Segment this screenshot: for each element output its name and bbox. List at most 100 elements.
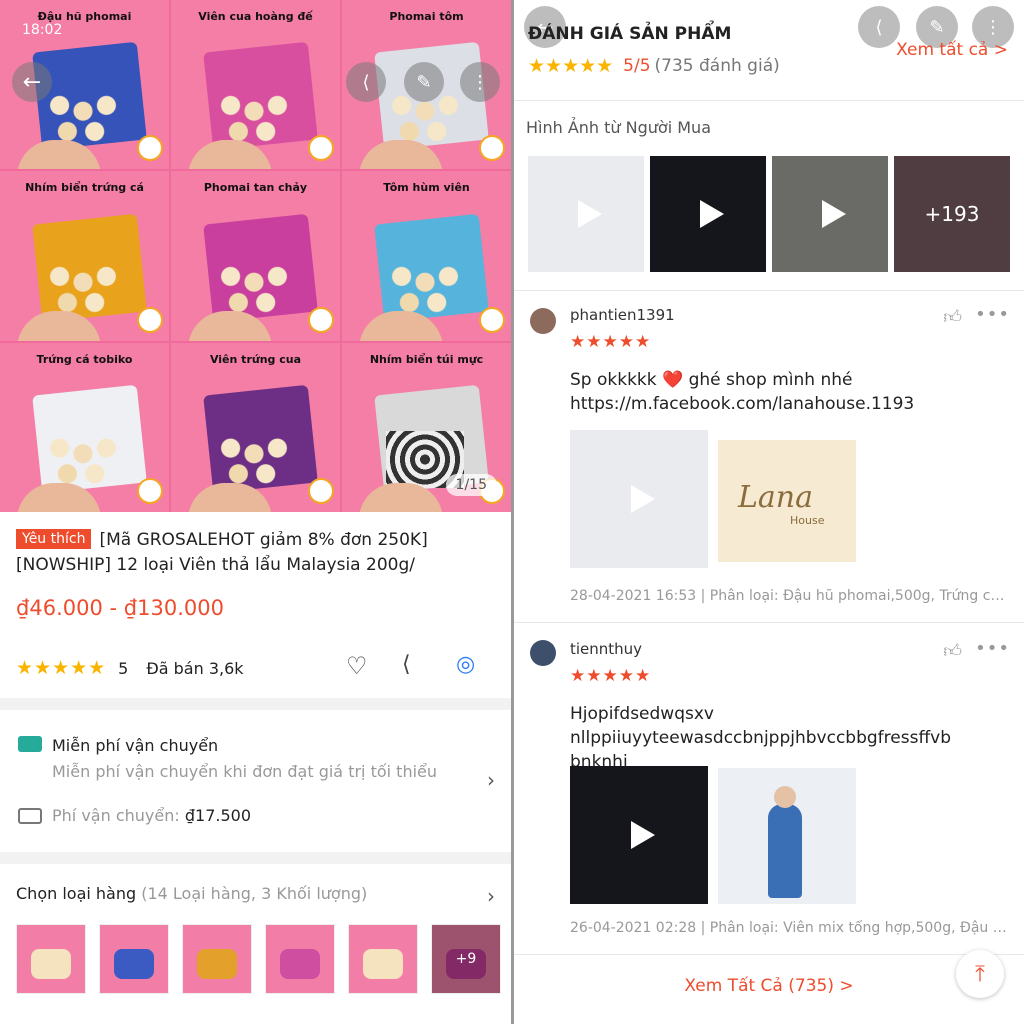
back-button[interactable]: ←: [12, 62, 52, 102]
gallery-tile: Nhím biển trứng cá: [0, 171, 169, 341]
buyer-media[interactable]: [650, 156, 766, 272]
variant-label: Chọn loại hàng: [16, 884, 137, 903]
gallery-tile: Tôm hùm viên: [342, 171, 511, 341]
messenger-icon[interactable]: ◎: [456, 652, 475, 677]
play-icon: [700, 200, 724, 228]
share-button[interactable]: ⟨: [858, 6, 900, 48]
review-stars: ★★★★★: [570, 666, 652, 686]
gallery-tile: Viên trứng cua: [171, 342, 340, 512]
gallery-tile: Viên cua hoàng đế: [171, 0, 340, 170]
review-username: tiennthuy: [570, 640, 643, 658]
variant-count: (14 Loại hàng, 3 Khối lượng): [141, 884, 368, 903]
review-meta: 28-04-2021 16:53 | Phân loại: Đậu hũ pho…: [570, 588, 1010, 604]
see-all-reviews-button[interactable]: Xem Tất Cả (735) >: [514, 976, 1024, 996]
divider: [514, 100, 1024, 101]
variant-thumb[interactable]: [16, 924, 86, 994]
overall-rating: ★★★★★ 5/5 (735 đánh giá): [528, 55, 780, 77]
chevron-right-icon[interactable]: ›: [487, 884, 495, 908]
overall-count: (735 đánh giá): [654, 56, 780, 76]
review-media[interactable]: [570, 430, 708, 568]
buyer-media[interactable]: [772, 156, 888, 272]
see-all-link[interactable]: Xem tất cả >: [896, 40, 1008, 60]
tile-caption: Nhím biển trứng cá: [25, 181, 144, 195]
image-counter: 1/15: [445, 474, 497, 496]
review-stars: ★★★★★: [570, 332, 652, 352]
tile-caption: Nhím biển túi mực: [369, 352, 484, 366]
shipping-fee-label: Phí vận chuyển:: [52, 806, 180, 825]
tile-caption: Tôm hùm viên: [383, 181, 470, 195]
divider: [514, 290, 1024, 291]
reviews-title: ĐÁNH GIÁ SẢN PHẨM: [528, 24, 732, 44]
variant-thumbnails: +9: [16, 924, 501, 994]
review-comment: Sp okkkkk ❤️ ghé shop mình nhé https://m…: [570, 370, 915, 414]
more-button[interactable]: ⋮: [460, 62, 500, 102]
review-image[interactable]: Lana House: [718, 440, 856, 562]
buyer-media-more[interactable]: +193: [894, 156, 1010, 272]
scroll-to-top-button[interactable]: ⤒: [956, 950, 1004, 998]
free-ship-icon: [18, 736, 42, 752]
shipping-fee: Phí vận chuyển: ₫17.500: [52, 806, 251, 825]
variant-thumb[interactable]: [182, 924, 252, 994]
rating-value: 5: [118, 658, 129, 678]
overall-score: 5/5: [623, 56, 651, 76]
tile-caption: Viên trứng cua: [209, 352, 302, 366]
share-icon: ⟨: [362, 71, 370, 93]
thumbs-up-icon[interactable]: 👍︎: [943, 306, 962, 328]
truck-icon: [18, 808, 42, 824]
lana-logo-subtext: House: [790, 514, 825, 527]
tile-caption: Phomai tan chảy: [203, 181, 308, 195]
product-panel: Đậu hũ phomai Viên cua hoàng đế Phomai t…: [0, 0, 511, 1024]
arrow-left-icon: ←: [22, 69, 42, 95]
tile-caption: Viên cua hoàng đế: [198, 10, 313, 23]
variant-selector[interactable]: Chọn loại hàng (14 Loại hàng, 3 Khối lượ…: [16, 884, 367, 903]
review-comment: Hjopifdsedwqsxv nllppiiuyyteewasdccbnjpp…: [570, 704, 952, 772]
free-ship-title: Miễn phí vận chuyển: [52, 736, 219, 755]
thumbs-up-icon[interactable]: 👍︎: [943, 640, 962, 662]
buyer-photos-label: Hình Ảnh từ Người Mua: [526, 118, 711, 137]
gallery-tile: Phomai tan chảy: [171, 171, 340, 341]
heart-icon[interactable]: ♡: [346, 652, 368, 680]
variant-thumb[interactable]: [99, 924, 169, 994]
more-media-count: +193: [894, 156, 1010, 272]
status-time: 18:02: [22, 22, 63, 38]
rating-row: ★★★★★ 5 Đã bán 3,6k: [16, 654, 496, 682]
gallery-tile: Trứng cá tobiko: [0, 342, 169, 512]
divider: [514, 622, 1024, 623]
review-meta: 26-04-2021 02:28 | Phân loại: Viên mix t…: [570, 920, 1010, 936]
edit-icon: ✎: [416, 71, 432, 93]
share-button[interactable]: ⟨: [346, 62, 386, 102]
more-horizontal-icon[interactable]: •••: [975, 304, 1010, 325]
variant-thumb[interactable]: [348, 924, 418, 994]
variant-thumb-more[interactable]: +9: [431, 924, 501, 994]
review-username: phantien1391: [570, 306, 675, 324]
avatar: [530, 308, 556, 334]
more-horizontal-icon[interactable]: •••: [975, 638, 1010, 659]
edit-icon: ✎: [929, 16, 945, 38]
product-title-block: Yêu thích [Mã GROSALEHOT giảm 8% đơn 250K…: [16, 528, 496, 578]
arrow-up-icon: ⤒: [975, 961, 985, 987]
avatar: [530, 640, 556, 666]
reviews-panel: ← ⟨ ✎ ⋮ ĐÁNH GIÁ SẢN PHẨM Xem tất cả > ★…: [514, 0, 1024, 1024]
lana-logo-text: Lana: [738, 480, 814, 515]
buyer-media[interactable]: [528, 156, 644, 272]
play-icon: [631, 821, 655, 849]
play-icon: [631, 485, 655, 513]
tile-caption: Phomai tôm: [389, 10, 464, 23]
overall-stars: ★★★★★: [528, 55, 614, 77]
section-divider: [0, 698, 511, 710]
free-ship-subtitle: Miễn phí vận chuyển khi đơn đạt giá trị …: [52, 762, 438, 781]
more-vertical-icon: ⋮: [471, 71, 489, 93]
sold-count: Đã bán 3,6k: [146, 658, 244, 678]
share-icon[interactable]: ⟨: [402, 652, 411, 677]
share-icon: ⟨: [875, 16, 883, 38]
more-vertical-icon: ⋮: [984, 16, 1002, 38]
chevron-right-icon[interactable]: ›: [487, 768, 495, 792]
play-icon: [822, 200, 846, 228]
divider: [514, 954, 1024, 955]
review-media[interactable]: [570, 766, 708, 904]
play-icon: [578, 200, 602, 228]
review-image[interactable]: [718, 768, 856, 904]
edit-button[interactable]: ✎: [404, 62, 444, 102]
price-range: ₫46.000 - ₫130.000: [16, 596, 224, 620]
variant-thumb[interactable]: [265, 924, 335, 994]
